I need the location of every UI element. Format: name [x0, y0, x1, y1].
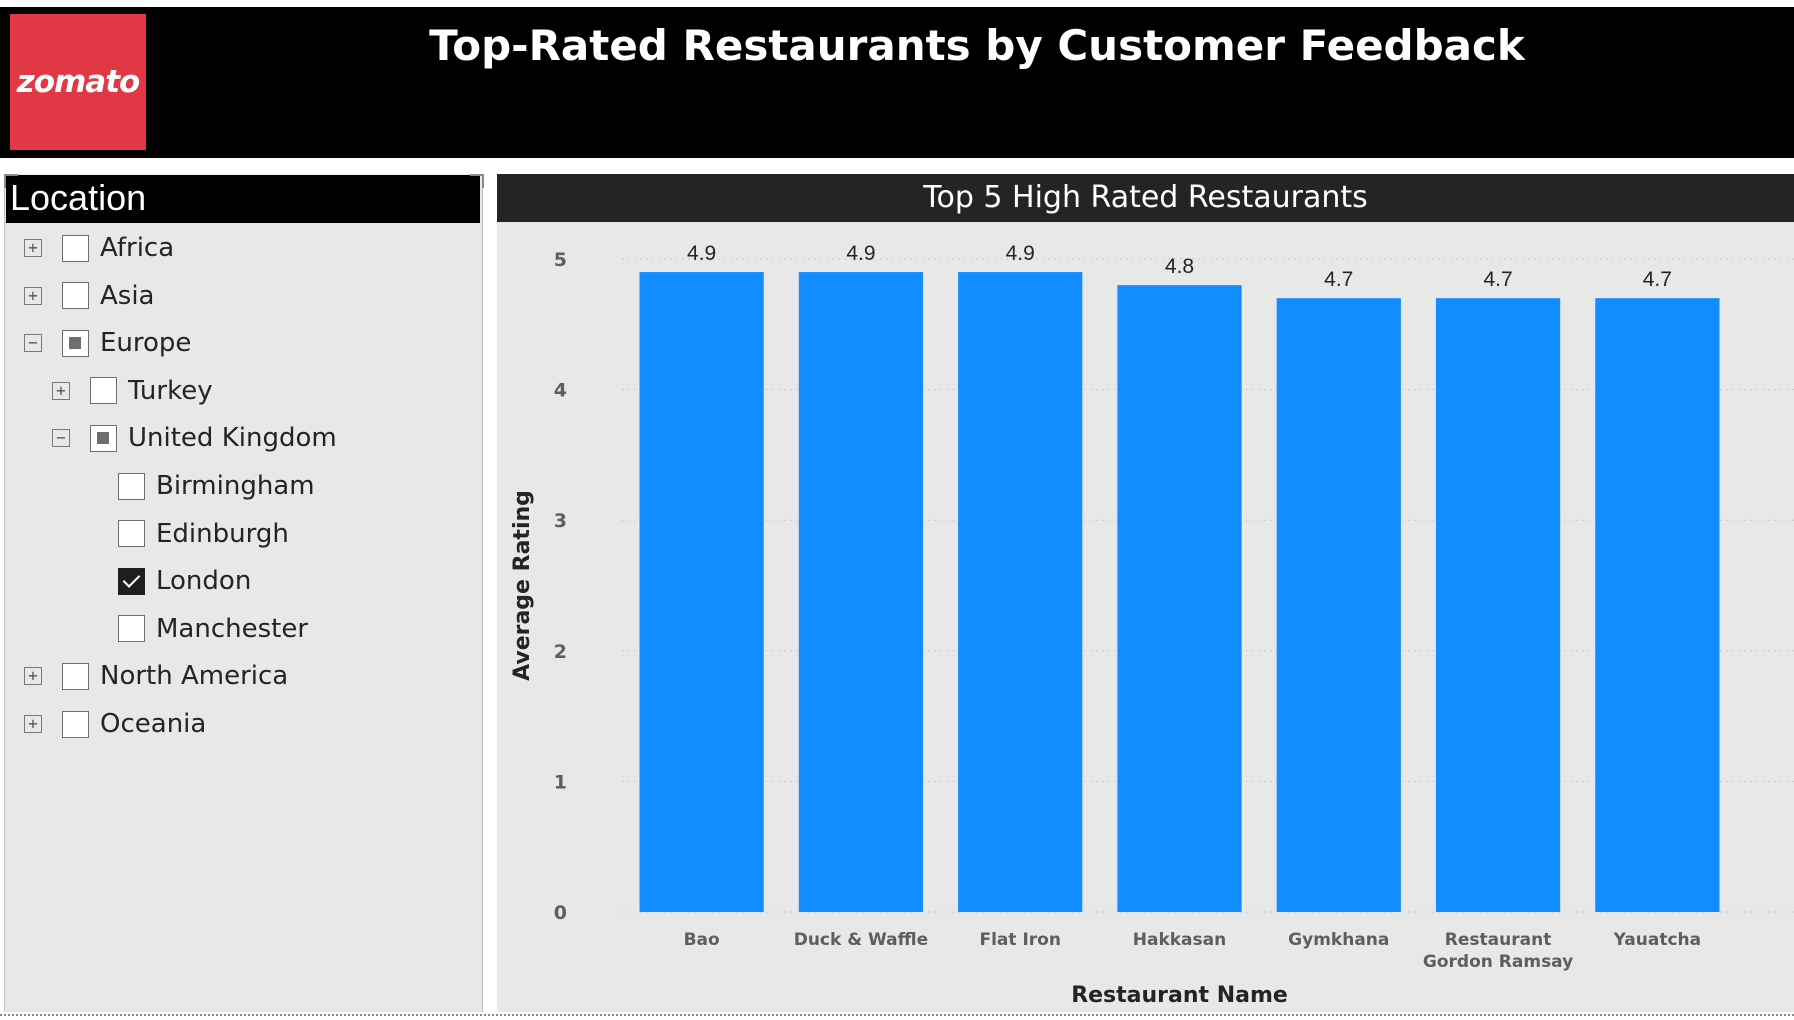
y-tick-label: 3 — [554, 510, 567, 532]
slicer-border — [4, 174, 5, 1012]
bar-chart: 0 1 2 3 4 5 4.9 Bao 4.9 Duck & Waffle 4.9 Flat Iron… — [510, 242, 1794, 1008]
expand-icon[interactable]: + — [24, 715, 42, 733]
expand-icon[interactable]: + — [24, 667, 42, 686]
slicer-item-label: Oceania — [100, 709, 207, 739]
bar — [798, 272, 924, 912]
slicer-item-oceania[interactable]: + Oceania — [24, 704, 206, 744]
x-axis-title: Restaurant Name — [1071, 983, 1288, 1008]
checkbox[interactable] — [90, 424, 117, 452]
y-tick-label: 4 — [554, 380, 567, 402]
slicer-item-africa[interactable]: + Africa — [24, 228, 174, 268]
slicer-item-turkey[interactable]: + Turkey — [52, 371, 213, 411]
checkbox[interactable] — [62, 329, 89, 357]
slicer-item-london[interactable]: London — [80, 561, 251, 601]
slicer-item-label: Asia — [100, 280, 155, 311]
data-label: 4.8 — [1165, 255, 1194, 278]
slicer-item-label: United Kingdom — [128, 423, 337, 454]
chart-title: Top 5 High Rated Restaurants — [923, 180, 1368, 215]
data-label: 4.7 — [1324, 268, 1353, 291]
checkbox[interactable] — [62, 234, 89, 262]
bar — [1595, 298, 1720, 912]
slicer-item-label: London — [156, 566, 252, 597]
x-tick-label: Restaurant — [1445, 930, 1552, 950]
slicer-item-label: Europe — [100, 328, 192, 359]
expand-icon[interactable]: + — [52, 381, 70, 400]
checkbox[interactable] — [62, 710, 89, 738]
header-banner: zomato Top-Rated Restaurants by Customer… — [0, 7, 1794, 158]
dashboard-page: zomato Top-Rated Restaurants by Customer… — [0, 0, 1794, 1020]
x-tick-label: Hakkasan — [1133, 930, 1226, 950]
bar — [1435, 298, 1561, 912]
zomato-logo: zomato — [10, 14, 146, 150]
slicer-item-birmingham[interactable]: Birmingham — [80, 466, 315, 506]
data-label: 4.7 — [1483, 268, 1512, 291]
y-tick-label: 2 — [554, 641, 567, 663]
resize-handle[interactable] — [470, 174, 484, 188]
slicer-border — [482, 174, 489, 1012]
slicer-item-label: Edinburgh — [156, 518, 289, 549]
slicer-item-label: Africa — [100, 233, 175, 263]
data-label: 4.9 — [687, 242, 716, 265]
data-label: 4.9 — [846, 242, 875, 265]
slicer-title: Location — [10, 177, 147, 218]
data-label: 4.7 — [1643, 268, 1672, 291]
data-label: 4.9 — [1006, 242, 1035, 265]
page-divider — [0, 1014, 1794, 1016]
checkbox[interactable] — [62, 282, 89, 310]
checkbox[interactable] — [118, 520, 145, 548]
x-tick-label: Flat Iron — [979, 930, 1060, 950]
x-tick-label: Bao — [684, 930, 720, 950]
y-tick-label: 1 — [554, 771, 567, 793]
bar — [1117, 285, 1242, 912]
checkbox[interactable] — [118, 472, 145, 500]
slicer-item-asia[interactable]: + Asia — [24, 276, 155, 316]
slicer-item-europe[interactable]: − Europe — [24, 323, 191, 363]
slicer-item-label: Birmingham — [156, 471, 315, 501]
x-tick-label: Gymkhana — [1288, 930, 1389, 950]
slicer-item-edinburgh[interactable]: Edinburgh — [80, 514, 289, 554]
page-title: Top-Rated Restaurants by Customer Feedba… — [429, 21, 1525, 70]
slicer-item-label: Turkey — [128, 375, 213, 406]
checkbox[interactable] — [118, 615, 145, 643]
slicer-item-label: North America — [100, 661, 289, 692]
slicer-item-label: Manchester — [156, 613, 309, 644]
collapse-icon[interactable]: − — [24, 334, 42, 353]
chart-header: Top 5 High Rated Restaurants — [497, 174, 1794, 222]
bar — [958, 272, 1083, 912]
slicer-item-manchester[interactable]: Manchester — [80, 609, 308, 649]
y-axis-title: Average Rating — [510, 490, 535, 681]
bar — [1276, 298, 1401, 912]
slicer-header: Location — [6, 175, 480, 223]
expand-icon[interactable]: + — [24, 286, 42, 305]
checkbox[interactable] — [90, 377, 117, 405]
slicer-item-united-kingdom[interactable]: − United Kingdom — [52, 418, 337, 458]
x-tick-label: Gordon Ramsay — [1423, 952, 1573, 972]
x-tick-label: Yauatcha — [1613, 930, 1702, 950]
y-tick-label: 5 — [554, 249, 567, 271]
expand-icon[interactable]: + — [24, 239, 42, 257]
logo-text: zomato — [16, 64, 141, 100]
slicer-item-north-america[interactable]: + North America — [24, 656, 288, 696]
x-tick-label: Duck & Waffle — [794, 930, 928, 950]
checkbox[interactable] — [118, 567, 145, 595]
bar — [639, 272, 764, 912]
collapse-icon[interactable]: − — [52, 429, 70, 448]
resize-handle[interactable] — [4, 174, 18, 188]
checkbox[interactable] — [62, 662, 89, 690]
y-tick-label: 0 — [554, 902, 567, 924]
